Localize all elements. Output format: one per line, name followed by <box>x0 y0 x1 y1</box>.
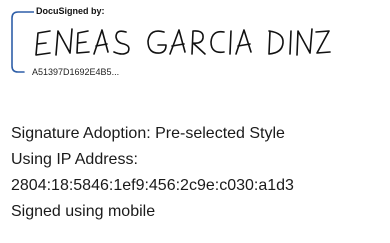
signature-details: Signature Adoption: Pre-selected Style U… <box>11 121 294 225</box>
envelope-id: A51397D1692E4B5... <box>30 67 122 78</box>
ip-address-label: Using IP Address: <box>11 151 138 168</box>
docusigned-by-label: DocuSigned by: <box>34 6 107 17</box>
docusign-signature-block: DocuSigned by: A51397D1692E4B5... <box>10 4 340 80</box>
signed-device-text: Signed using mobile <box>11 203 156 220</box>
handwritten-signature <box>35 28 331 56</box>
signature-adoption-text: Signature Adoption: Pre-selected Style <box>11 125 285 142</box>
ip-address-value: 2804:18:5846:1ef9:456:2c9e:c030:a1d3 <box>11 177 294 194</box>
